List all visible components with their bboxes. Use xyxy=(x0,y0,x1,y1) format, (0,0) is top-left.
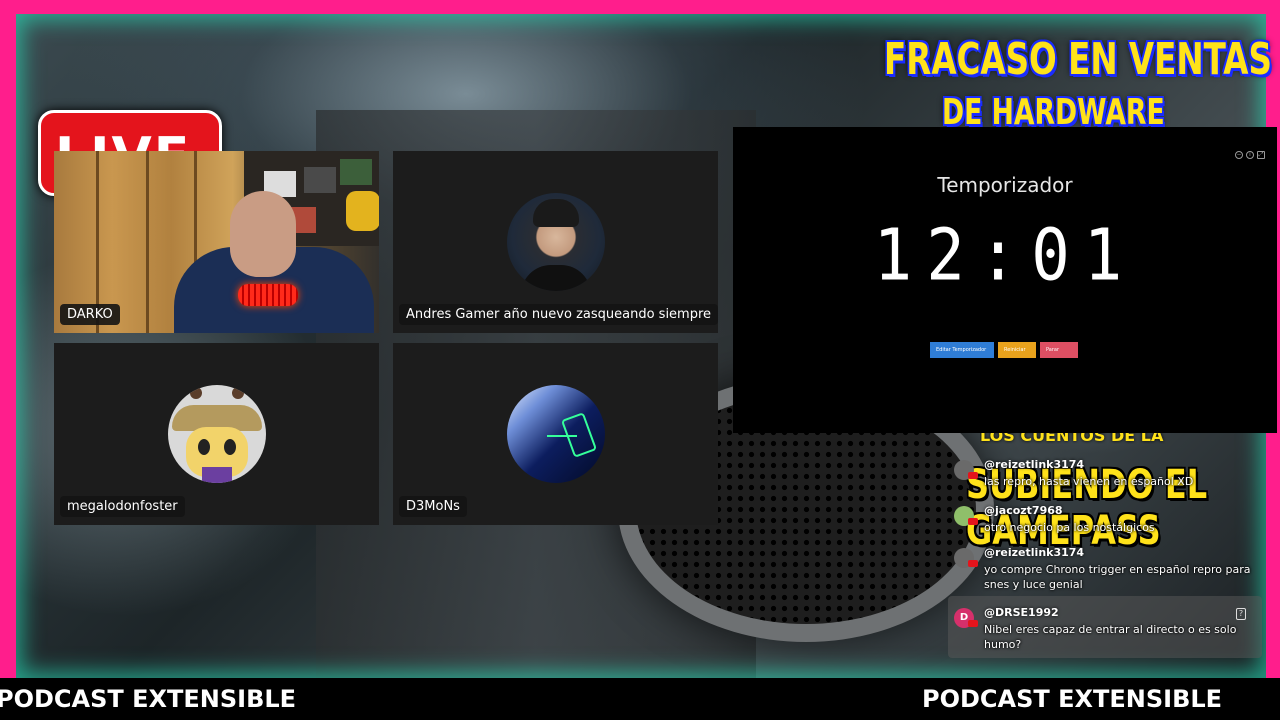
chat-username: @DRSE1992 xyxy=(984,606,1059,619)
youtube-icon xyxy=(968,560,978,567)
participant-tile-d3mons[interactable]: D3MoNs xyxy=(393,343,718,525)
timer-buttons: Editar Temporizador Reiniciar Parar xyxy=(930,342,1078,358)
participant-avatar xyxy=(506,193,605,291)
stop-button[interactable]: Parar xyxy=(1040,342,1078,358)
info-icon[interactable]: i xyxy=(1246,151,1254,159)
ticker-text: PODCAST EXTENSIBLE xyxy=(0,685,297,713)
chat-username: @reizetlink3174 xyxy=(984,546,1085,559)
question-icon[interactable]: ? xyxy=(1236,608,1246,620)
participant-avatar xyxy=(506,385,605,483)
restart-button[interactable]: Reiniciar xyxy=(998,342,1036,358)
youtube-icon xyxy=(968,518,978,525)
headline-line-1: FRACASO EN VENTAS xyxy=(884,34,1272,85)
chat-username: @reizetlink3174 xyxy=(984,458,1085,471)
microphone xyxy=(238,284,298,306)
participant-name: Andres Gamer año nuevo zasqueando siempr… xyxy=(399,304,718,325)
bottom-ticker: PODCAST EXTENSIBLE PODCAST EXTENSIBLE xyxy=(0,678,1280,720)
participant-tile-andres[interactable]: Andres Gamer año nuevo zasqueando siempr… xyxy=(393,151,718,333)
edit-timer-button[interactable]: Editar Temporizador xyxy=(930,342,994,358)
participant-tile-megalodonfoster[interactable]: megalodonfoster xyxy=(54,343,379,525)
participant-tile-darko[interactable]: DARKO xyxy=(54,151,379,333)
fullscreen-icon[interactable]: ⤢ xyxy=(1257,151,1265,159)
participant-name: DARKO xyxy=(60,304,120,325)
participant-name: megalodonfoster xyxy=(60,496,185,517)
window-controls: − i ⤢ xyxy=(1235,151,1265,159)
chat-username: @jacozt7968 xyxy=(984,504,1063,517)
youtube-icon xyxy=(968,620,978,627)
chat-text: otro negocio pa los nostálgicos xyxy=(984,521,1155,534)
timer-panel: − i ⤢ Temporizador 12:01 Editar Temporiz… xyxy=(733,127,1277,433)
chat-text: yo compre Chrono trigger en español repr… xyxy=(984,563,1251,591)
ticker-text: PODCAST EXTENSIBLE xyxy=(922,685,1223,713)
chat-text: Nibel eres capaz de entrar al directo o … xyxy=(984,623,1237,651)
chat-text: las repro, hasta vienen en español XD xyxy=(984,475,1194,488)
minimize-icon[interactable]: − xyxy=(1235,151,1243,159)
stream-overlay: LIVE FRACASO EN VENTAS DE HARDWARE LOS C… xyxy=(0,0,1280,720)
live-chat: @reizetlink3174 las repro, hasta vienen … xyxy=(948,452,1262,662)
participant-name: D3MoNs xyxy=(399,496,467,517)
timer-display: 12:01 xyxy=(873,214,1137,298)
participant-avatar xyxy=(167,385,266,483)
youtube-icon xyxy=(968,472,978,479)
timer-title: Temporizador xyxy=(937,173,1073,197)
